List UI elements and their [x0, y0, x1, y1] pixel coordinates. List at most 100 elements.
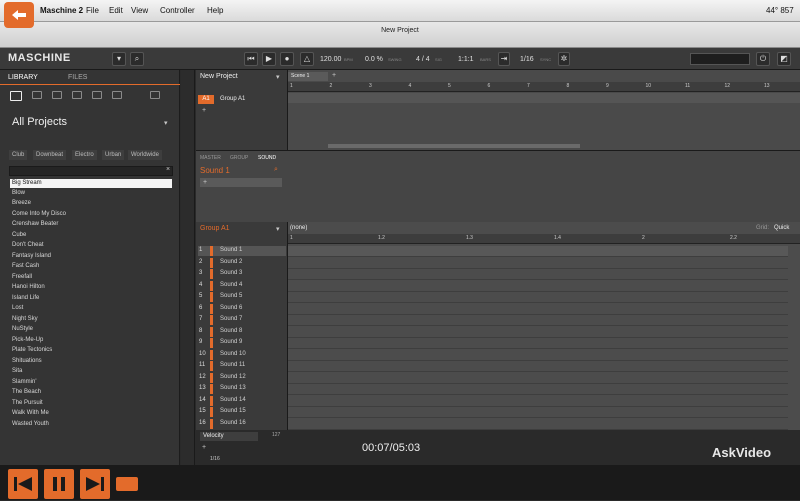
power-icon[interactable]: ⏻ [756, 52, 770, 66]
sound-slot[interactable]: 1 Sound 1 [198, 246, 286, 256]
pattern-row[interactable] [288, 281, 788, 292]
tag-urban[interactable]: Urban [102, 150, 125, 160]
pattern-name[interactable]: (none) [290, 225, 307, 231]
list-item[interactable]: Breeze [12, 200, 31, 206]
menu-edit[interactable]: Edit [109, 6, 123, 15]
menu-controller[interactable]: Controller [160, 6, 195, 15]
pattern-row[interactable] [288, 407, 788, 418]
sound-slot[interactable]: 15 Sound 15 [198, 407, 286, 417]
pattern-row[interactable] [288, 373, 788, 384]
list-item[interactable]: Wasted Youth [12, 421, 49, 427]
tab-sound[interactable]: SOUND [258, 155, 276, 161]
menu-app[interactable]: Maschine 2 [40, 6, 83, 15]
list-item[interactable]: Lost [12, 305, 23, 311]
group-filter-icon[interactable] [32, 91, 42, 99]
effect-filter-icon[interactable] [92, 91, 102, 99]
menu-view[interactable]: View [131, 6, 148, 15]
pattern-row[interactable] [288, 269, 788, 280]
tab-library[interactable]: LIBRARY [8, 72, 38, 84]
menu-file[interactable]: File [86, 6, 99, 15]
search-icon[interactable]: ⌕ [274, 166, 278, 174]
rewind-button[interactable]: ⏮ [244, 52, 258, 66]
scene-tab[interactable]: Scene 1 [288, 72, 328, 81]
sound-slot[interactable]: 12 Sound 12 [198, 372, 286, 383]
stop-icon[interactable] [116, 477, 138, 491]
group-slot-id[interactable]: A1 [198, 95, 214, 104]
sound-slot[interactable]: 13 Sound 13 [198, 384, 286, 394]
param-select[interactable]: Velocity [200, 432, 258, 441]
loop-filter-icon[interactable] [112, 91, 122, 99]
tag-electro[interactable]: Electro [72, 150, 97, 160]
add-lane-button[interactable]: + [202, 444, 206, 451]
pattern-row[interactable] [288, 396, 788, 407]
search-input[interactable] [9, 166, 173, 176]
list-item[interactable]: Night Sky [12, 316, 38, 322]
pattern-row[interactable] [288, 338, 788, 349]
list-item[interactable]: Big Stream [10, 179, 172, 188]
metronome-icon[interactable]: △ [300, 52, 314, 66]
pattern-row[interactable] [288, 258, 788, 269]
sound-slot[interactable]: 10 Sound 10 [198, 349, 286, 360]
bpm-value[interactable]: 120.00 [320, 56, 341, 63]
tag-club[interactable]: Club [9, 150, 28, 160]
add-scene-button[interactable]: + [332, 72, 336, 79]
search-icon[interactable]: ⌕ [130, 52, 144, 66]
tab-group[interactable]: GROUP [230, 155, 248, 161]
pattern-row[interactable] [288, 327, 788, 338]
arranger-clip-row[interactable] [288, 93, 800, 103]
list-item[interactable]: Walk With Me [12, 410, 49, 416]
swing-value[interactable]: 0.0 % [365, 56, 383, 63]
sound-slot[interactable]: 7 Sound 7 [198, 315, 286, 325]
menu-dropdown-icon[interactable]: ▾ [112, 52, 126, 66]
sound-slot[interactable]: 11 Sound 11 [198, 361, 286, 371]
arranger-timeline[interactable]: 1 2 3 4 5 6 7 8 9 10 11 12 13 [288, 82, 800, 92]
sound-slot[interactable]: 3 Sound 3 [198, 269, 286, 279]
ni-logo-icon[interactable]: ◩ [777, 52, 791, 66]
step-value[interactable]: 1/16 [210, 456, 220, 462]
pattern-row[interactable] [288, 246, 788, 257]
list-item[interactable]: Cube [12, 232, 26, 238]
pattern-row[interactable] [288, 350, 788, 361]
list-item[interactable]: The Pursuit [12, 400, 43, 406]
list-item[interactable]: Fantasy Island [12, 253, 51, 259]
pattern-row[interactable] [288, 304, 788, 315]
add-plugin-button[interactable]: + [200, 178, 282, 187]
add-group-button[interactable]: + [202, 107, 206, 114]
pattern-timeline[interactable]: 1 1.2 1.3 1.4 2 2.2 [288, 234, 800, 244]
sound-slot[interactable]: 14 Sound 14 [198, 395, 286, 406]
list-item[interactable]: Freefall [12, 274, 32, 280]
sound-slot[interactable]: 8 Sound 8 [198, 326, 286, 337]
sound-slot[interactable]: 4 Sound 4 [198, 280, 286, 291]
pattern-group-name[interactable]: Group A1 [200, 225, 230, 232]
pattern-row[interactable] [288, 315, 788, 326]
list-item[interactable]: Blow [12, 190, 25, 196]
play-button[interactable]: ▶ [262, 52, 276, 66]
list-item[interactable]: Shituations [12, 358, 42, 364]
list-item[interactable]: Pick-Me-Up [12, 337, 43, 343]
list-item[interactable]: Hanoi Hilton [12, 284, 45, 290]
pause-icon[interactable] [44, 469, 74, 499]
user-content-icon[interactable] [150, 91, 160, 99]
sync-value[interactable]: 1/16 [520, 56, 534, 63]
settings-icon[interactable]: ✲ [558, 52, 570, 66]
list-item[interactable]: NuStyle [12, 326, 33, 332]
group-name[interactable]: Group A1 [220, 96, 245, 102]
sound-name[interactable]: Sound 1 [200, 166, 230, 175]
chevron-down-icon[interactable]: ▾ [164, 119, 168, 127]
sound-slot[interactable]: 5 Sound 5 [198, 292, 286, 302]
menu-help[interactable]: Help [207, 6, 223, 15]
tag-downbeat[interactable]: Downbeat [33, 150, 67, 160]
project-filter-icon[interactable] [10, 91, 22, 101]
library-title[interactable]: All Projects [12, 116, 67, 128]
back-icon[interactable] [4, 2, 34, 28]
pattern-row[interactable] [288, 361, 788, 372]
list-item[interactable]: Fast Cash [12, 263, 39, 269]
list-item[interactable]: Come Into My Disco [12, 211, 66, 217]
list-item[interactable]: Plate Tectonics [12, 347, 52, 353]
arranger-grid[interactable]: Scene 1 + 1 2 3 4 5 6 7 8 9 10 11 12 13 [288, 70, 800, 150]
list-item[interactable]: Sita [12, 368, 22, 374]
close-icon[interactable]: × [166, 166, 170, 173]
signature-value[interactable]: 4 / 4 [416, 56, 430, 63]
follow-icon[interactable]: ⇥ [498, 52, 510, 66]
sound-slot[interactable]: 2 Sound 2 [198, 257, 286, 268]
